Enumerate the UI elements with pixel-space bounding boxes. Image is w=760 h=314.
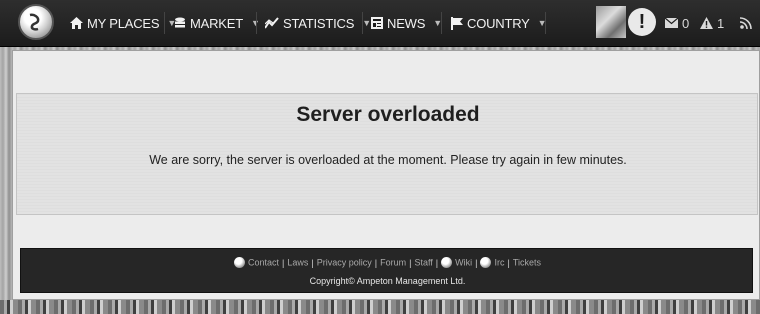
rss-icon xyxy=(740,17,752,29)
nav-divider xyxy=(545,12,546,34)
link-separator: | xyxy=(374,257,378,268)
link-separator: | xyxy=(475,257,478,268)
nav-statistics-label: STATISTICS xyxy=(283,15,355,31)
database-icon xyxy=(174,17,186,29)
nav-news-label: NEWS xyxy=(387,15,426,31)
footer-link-tickets[interactable]: Tickets xyxy=(513,258,541,268)
nav-statistics[interactable]: STATISTICS ▼ xyxy=(265,0,371,46)
footer-link-privacy-policy[interactable]: Privacy policy xyxy=(317,258,372,268)
nav-market[interactable]: MARKET ▼ xyxy=(174,0,260,46)
nav-divider xyxy=(164,12,165,34)
globe-icon xyxy=(29,13,40,31)
nav-my-places[interactable]: MY PLACES ▼ xyxy=(70,0,176,46)
error-title: Server overloaded xyxy=(296,103,480,126)
alerts-counter[interactable]: 1 xyxy=(700,0,724,46)
newspaper-icon xyxy=(371,17,383,29)
link-separator: | xyxy=(507,257,510,268)
copyright-text: Copyright© Ampeton Management Ltd. xyxy=(309,276,466,286)
nav-divider xyxy=(256,12,257,34)
error-panel: Server overloaded We are sorry, the serv… xyxy=(16,93,758,215)
nav-divider xyxy=(441,12,442,34)
messages-count: 0 xyxy=(682,15,690,31)
main-content: Server overloaded We are sorry, the serv… xyxy=(12,50,760,300)
envelope-icon xyxy=(665,18,678,28)
background-strip xyxy=(0,300,760,314)
footer-link-wiki[interactable]: Wiki xyxy=(455,258,472,268)
warning-icon xyxy=(700,17,713,29)
footer-link-forum[interactable]: Forum xyxy=(380,258,406,268)
flag-icon xyxy=(451,16,463,30)
nav-country-label: COUNTRY xyxy=(467,15,530,31)
rss-button[interactable] xyxy=(740,0,756,46)
alert-icon[interactable]: ! xyxy=(628,8,656,36)
link-separator: | xyxy=(435,257,439,268)
link-separator: | xyxy=(282,257,285,268)
footer-link-irc[interactable]: Irc xyxy=(494,258,504,268)
nav-divider xyxy=(362,12,363,34)
chevron-down-icon: ▼ xyxy=(362,18,371,28)
top-navbar: MY PLACES ▼ MARKET ▼ STATISTICS ▼ NEWS ▼… xyxy=(0,0,760,47)
nav-news[interactable]: NEWS ▼ xyxy=(371,0,442,46)
error-message: We are sorry, the server is overloaded a… xyxy=(149,153,627,167)
chart-line-icon xyxy=(265,17,279,29)
footer-link-contact[interactable]: Contact xyxy=(248,258,279,268)
nav-country[interactable]: COUNTRY ▼ xyxy=(451,0,547,46)
user-avatar[interactable] xyxy=(596,6,626,38)
nav-market-label: MARKET xyxy=(190,15,243,31)
nav-my-places-label: MY PLACES xyxy=(87,15,160,31)
globe-icon xyxy=(233,257,245,269)
messages-counter[interactable]: 0 xyxy=(665,0,689,46)
home-icon xyxy=(70,17,83,29)
footer-link-laws[interactable]: Laws xyxy=(287,258,308,268)
footer-links: Contact | Laws | Privacy policy | Forum | Staff |… xyxy=(21,257,754,269)
site-logo[interactable] xyxy=(18,4,54,40)
globe-icon xyxy=(480,257,492,269)
link-separator: | xyxy=(409,257,412,268)
globe-icon xyxy=(441,257,453,269)
footer: Contact | Laws | Privacy policy | Forum | Staff |… xyxy=(20,248,753,293)
footer-link-staff[interactable]: Staff xyxy=(414,258,432,268)
link-separator: | xyxy=(311,257,314,268)
alerts-count: 1 xyxy=(717,15,725,31)
